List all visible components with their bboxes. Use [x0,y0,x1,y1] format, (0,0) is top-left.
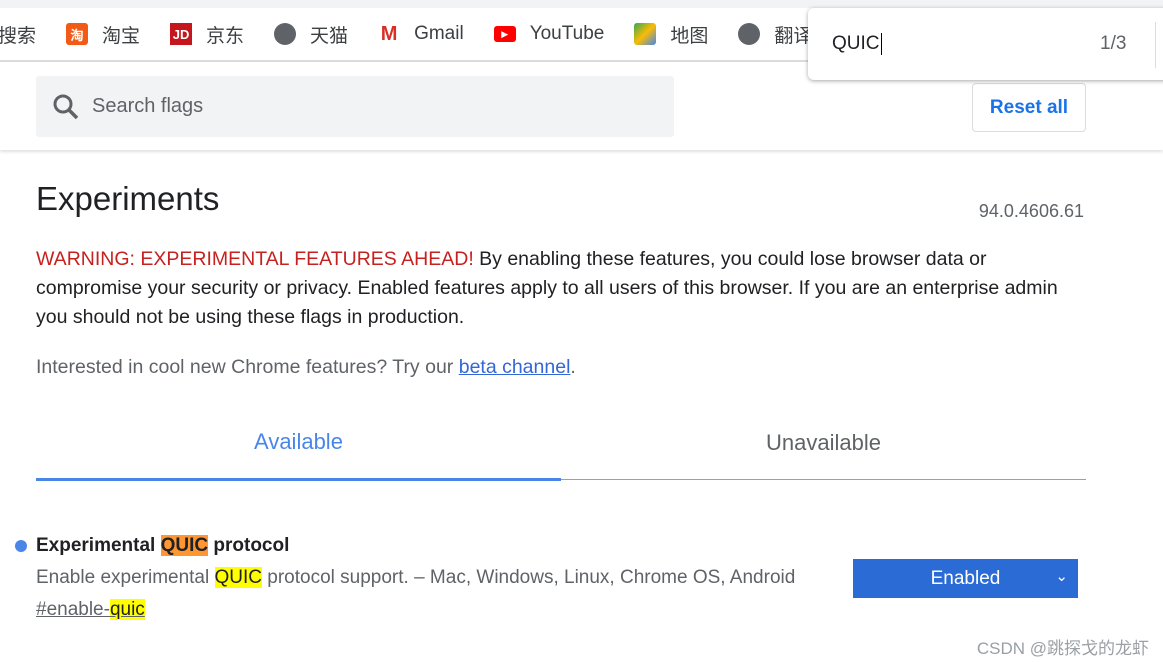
search-input[interactable]: Search flags [36,76,674,137]
jd-icon: JD [170,23,193,45]
flag-description: Enable experimental QUIC protocol suppor… [36,567,795,589]
tab-strip [0,0,1163,8]
youtube-icon: ▶ [493,26,516,42]
flag-link[interactable]: #enable-quic [36,599,145,621]
version: 94.0.4606.61 [978,201,1084,221]
reset-all-button[interactable]: Reset all [972,83,1086,132]
text: Enable experimental [36,567,215,588]
find-highlight: QUIC [214,567,262,588]
gmail-icon: M [380,22,398,45]
interest-end: . [570,356,576,378]
text: #enable- [36,599,110,620]
flag-state-select[interactable]: Enabled ⌄ [853,559,1078,598]
bookmark-jd[interactable]: JD 京东 [170,21,244,48]
globe-icon [274,23,297,45]
text: protocol [208,535,290,556]
bookmark-translate[interactable]: 翻译 [738,21,812,48]
bookmark-label: 翻译 [774,25,813,47]
search-icon [52,93,80,121]
warning-text: WARNING: EXPERIMENTAL FEATURES AHEAD! By… [36,245,1086,332]
page-title: Experiments [36,180,220,217]
interest-text: Interested in cool new Chrome features? … [36,356,576,379]
taobao-icon: 淘 [66,23,89,45]
bookmark-label: 淘宝 [102,25,141,47]
chevron-down-icon: ⌄ [1055,568,1068,585]
bookmark-label: Gmail [414,23,464,44]
tabs: Available Unavailable [36,410,1086,481]
bookmark-label: 天猫 [310,25,349,47]
bookmark-label: 地图 [670,25,709,47]
maps-icon [634,23,657,45]
text: protocol support. – Mac, Windows, Linux,… [262,567,796,588]
find-input[interactable]: QUIC [832,33,882,55]
find-count: 1/3 [1100,33,1127,54]
search-placeholder: Search flags [92,95,204,117]
flag-title: Experimental QUIC protocol [36,535,289,557]
bookmark-label: YouTube [529,23,605,44]
bookmark-taobao[interactable]: 淘淘宝 [66,21,140,48]
warning-prefix: WARNING: EXPERIMENTAL FEATURES AHEAD! [36,248,474,270]
bookmark-tmall[interactable]: 天猫 [274,21,348,48]
bookmark-search[interactable]: 搜索 [0,21,36,48]
find-highlight-current: QUIC [160,535,209,556]
bookmark-label: 搜索 [0,25,37,47]
beta-channel-link[interactable]: beta channel [459,356,571,378]
tab-unavailable[interactable]: Unavailable [561,410,1086,479]
tab-available[interactable]: Available [36,410,561,481]
find-highlight: quic [109,599,145,620]
text: Experimental [36,535,161,556]
find-bar: QUIC 1/3 [808,8,1163,80]
watermark: CSDN @跳探戈的龙虾 [976,639,1149,658]
bookmark-maps[interactable]: 地图 [634,21,708,48]
bookmark-youtube[interactable]: ▶ YouTube [493,23,605,45]
divider [1155,22,1156,68]
select-value: Enabled [930,567,1001,589]
bookmark-label: 京东 [206,25,245,47]
interest-label: Interested in cool new Chrome features? … [36,356,459,378]
modified-indicator [15,540,27,552]
bookmark-gmail[interactable]: M Gmail [378,23,464,45]
globe-icon [738,23,761,45]
